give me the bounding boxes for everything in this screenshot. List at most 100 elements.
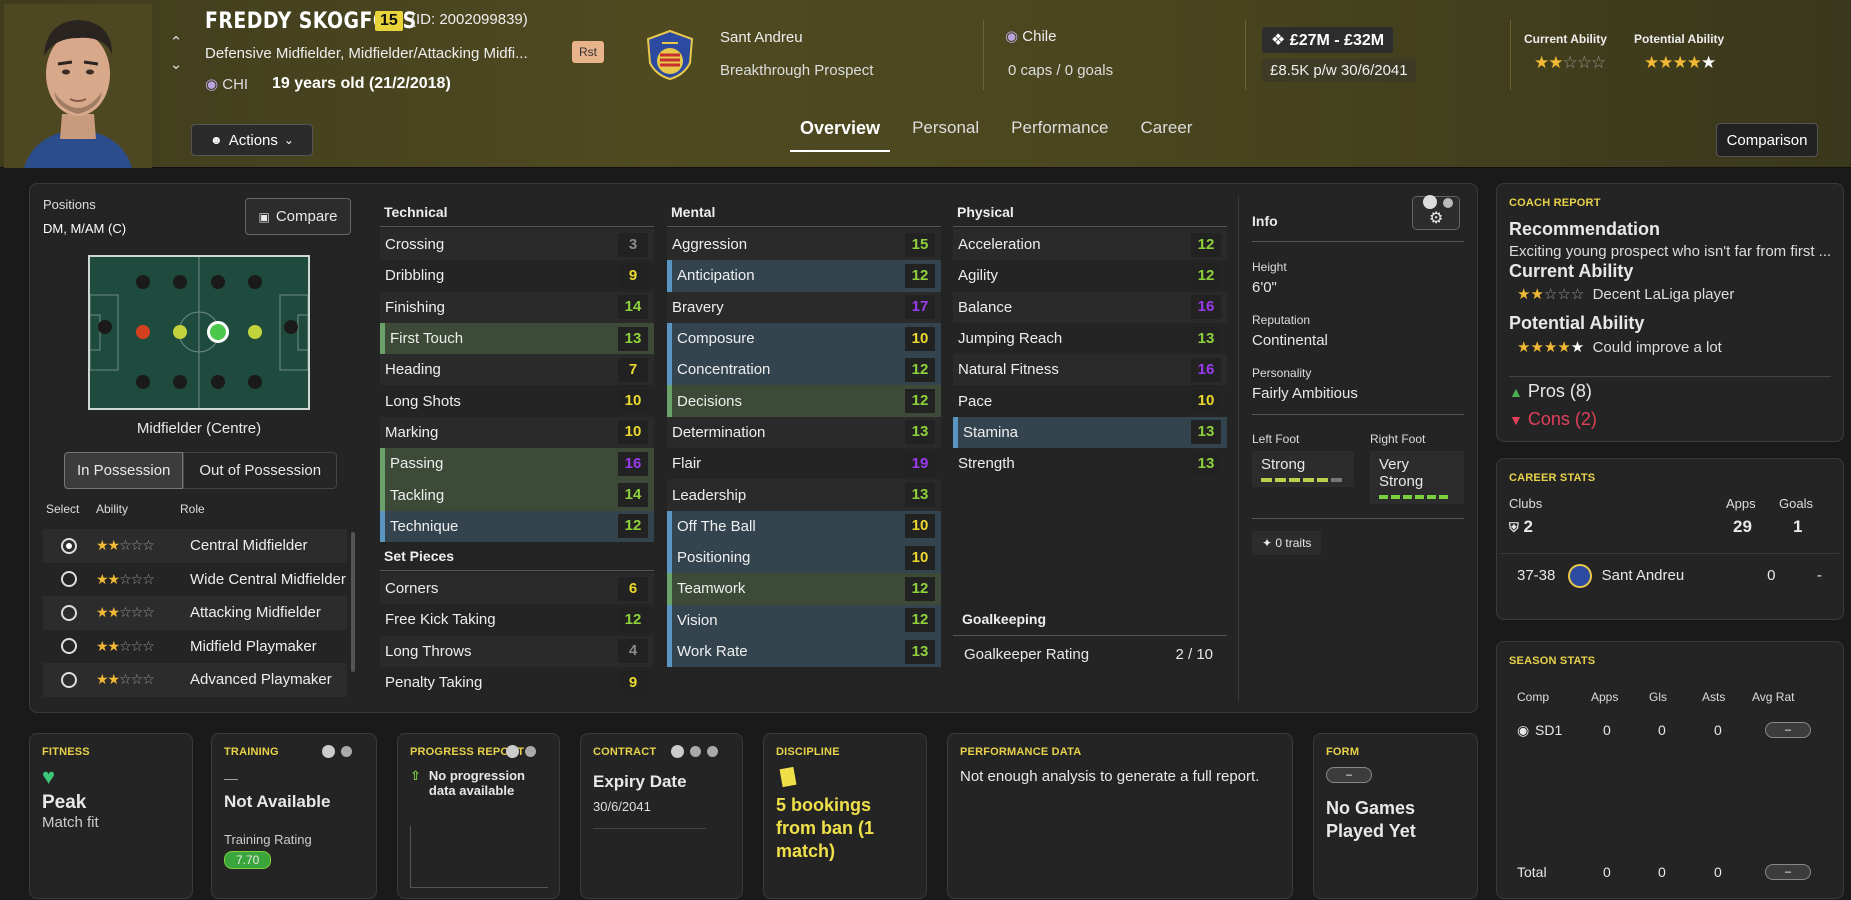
comparison-button[interactable]: Comparison [1716,123,1818,157]
role-radio[interactable] [61,638,77,655]
attribute-row[interactable]: Work Rate 13 [667,635,941,668]
position-dot[interactable] [98,320,112,334]
recommendation-text[interactable]: Exciting young prospect who isn't far fr… [1509,243,1831,260]
attribute-row[interactable]: Vision 12 [667,604,941,636]
position-dot[interactable] [211,375,225,389]
page-dot[interactable] [322,745,335,758]
club-crest-icon[interactable] [644,29,696,81]
attribute-row[interactable]: Leadership 13 [667,479,941,511]
attribute-row[interactable]: Aggression 15 [667,229,941,261]
rst-badge[interactable]: Rst [572,41,604,63]
role-row[interactable]: ★★☆☆☆ Central Midfielder [43,529,347,563]
training-card[interactable]: TRAINING — Not Available Training Rating… [211,733,377,899]
attribute-row[interactable]: Agility 12 [953,260,1227,292]
role-radio[interactable] [61,604,77,621]
attribute-row[interactable]: Strength 13 [953,448,1227,480]
attribute-row[interactable]: Pace 10 [953,385,1227,417]
compare-button[interactable]: ▣ Compare [245,198,351,235]
progress-report-card[interactable]: PROGRESS REPORT ⇧ No progression data av… [397,733,560,899]
attribute-row[interactable]: Positioning 10 [667,541,941,574]
role-radio[interactable] [61,571,77,588]
career-row[interactable]: 37-38 Sant Andreu 0 - [1501,553,1839,597]
tab-personal[interactable]: Personal [902,118,989,152]
attribute-row[interactable]: Anticipation 12 [667,260,941,292]
attribute-row[interactable]: Natural Fitness 16 [953,354,1227,386]
attribute-row[interactable]: Concentration 12 [667,354,941,386]
attribute-row[interactable]: Dribbling 9 [380,260,654,292]
role-row[interactable]: ★★☆☆☆ Attacking Midfielder [43,596,347,630]
club-name[interactable]: Sant Andreu [720,29,803,46]
page-dot[interactable] [525,746,536,757]
position-dot[interactable] [284,320,298,334]
previous-player-arrow-icon[interactable]: ⌃ [166,32,186,54]
position-dot-poor[interactable] [136,325,150,339]
form-card[interactable]: FORM – No Games Played Yet [1313,733,1478,899]
attribute-row[interactable]: Teamwork 12 [667,573,941,605]
page-dot[interactable] [341,746,352,757]
positions-value: DM, M/AM (C) [43,221,127,236]
in-possession-tab[interactable]: In Possession [64,452,184,489]
attribute-row[interactable]: Flair 19 [667,448,941,480]
position-dot[interactable] [211,275,225,289]
cons-row[interactable]: ▼ Cons (2) [1509,409,1597,430]
contract-card[interactable]: CONTRACT Expiry Date 30/6/2041 [580,733,743,899]
career-row-goals: - [1816,567,1822,584]
position-dot-selected[interactable] [207,321,229,343]
attribute-row[interactable]: Heading 7 [380,354,654,386]
pa-report-row: ★★★★★ Could improve a lot [1517,339,1722,356]
page-dot[interactable] [690,746,701,757]
discipline-card[interactable]: DISCIPLINE 5 bookings from ban (1 match) [763,733,927,899]
position-dot-am[interactable] [248,325,262,339]
position-dot[interactable] [173,375,187,389]
attribute-row[interactable]: First Touch 13 [380,322,654,355]
staff-toggle-button[interactable]: ⚙ [1412,195,1460,230]
tab-overview[interactable]: Overview [790,118,891,152]
attribute-row[interactable]: Technique 12 [380,510,654,542]
attribute-row[interactable]: Bravery 17 [667,291,941,323]
out-of-possession-tab[interactable]: Out of Possession [183,452,338,489]
position-dot[interactable] [136,275,150,289]
position-dot[interactable] [173,275,187,289]
roles-scrollbar[interactable] [351,532,355,672]
role-row[interactable]: ★★☆☆☆ Advanced Playmaker [43,663,347,697]
position-dot[interactable] [248,275,262,289]
attribute-row[interactable]: Crossing 3 [380,229,654,261]
actions-button[interactable]: ☻ Actions ⌄ [191,124,313,156]
attribute-row[interactable]: Decisions 12 [667,385,941,417]
performance-data-card[interactable]: PERFORMANCE DATA Not enough analysis to … [947,733,1293,899]
attribute-row[interactable]: Free Kick Taking 12 [380,604,654,636]
attribute-row[interactable]: Stamina 13 [953,416,1227,449]
page-dot[interactable] [707,746,718,757]
attribute-row[interactable]: Jumping Reach 13 [953,322,1227,355]
attribute-row[interactable]: Acceleration 12 [953,229,1227,261]
position-dot[interactable] [136,375,150,389]
next-player-arrow-icon[interactable]: ⌄ [166,54,186,76]
attribute-row[interactable]: Composure 10 [667,322,941,355]
attribute-row[interactable]: Determination 13 [667,416,941,449]
page-dot[interactable] [671,745,684,758]
attribute-row[interactable]: Marking 10 [380,416,654,449]
attribute-row[interactable]: Off The Ball 10 [667,510,941,542]
attribute-row[interactable]: Finishing 14 [380,291,654,323]
role-radio[interactable] [61,671,77,688]
national-team[interactable]: ◉ Chile [1005,27,1056,45]
tab-career[interactable]: Career [1131,118,1203,152]
fitness-card[interactable]: FITNESS ♥ Peak Match fit [29,733,193,899]
attribute-row[interactable]: Tackling 14 [380,479,654,511]
attribute-row[interactable]: Corners 6 [380,572,654,605]
role-row[interactable]: ★★☆☆☆ Wide Central Midfielder [43,562,347,596]
attribute-row[interactable]: Balance 16 [953,291,1227,323]
season-stats-row[interactable]: ◉ SD1 0 0 0 – [1517,722,1837,752]
traits-badge[interactable]: ✦ 0 traits [1252,531,1322,555]
position-dot-dm[interactable] [173,325,187,339]
attribute-row[interactable]: Penalty Taking 9 [380,666,654,699]
page-dot[interactable] [506,745,519,758]
attribute-row[interactable]: Passing 16 [380,448,654,480]
pros-row[interactable]: ▲ Pros (8) [1509,381,1592,402]
tab-performance[interactable]: Performance [1001,118,1118,152]
position-dot[interactable] [248,375,262,389]
attribute-row[interactable]: Long Throws 4 [380,635,654,667]
attribute-row[interactable]: Long Shots 10 [380,385,654,417]
role-radio[interactable] [61,537,77,554]
role-row[interactable]: ★★☆☆☆ Midfield Playmaker [43,629,347,663]
